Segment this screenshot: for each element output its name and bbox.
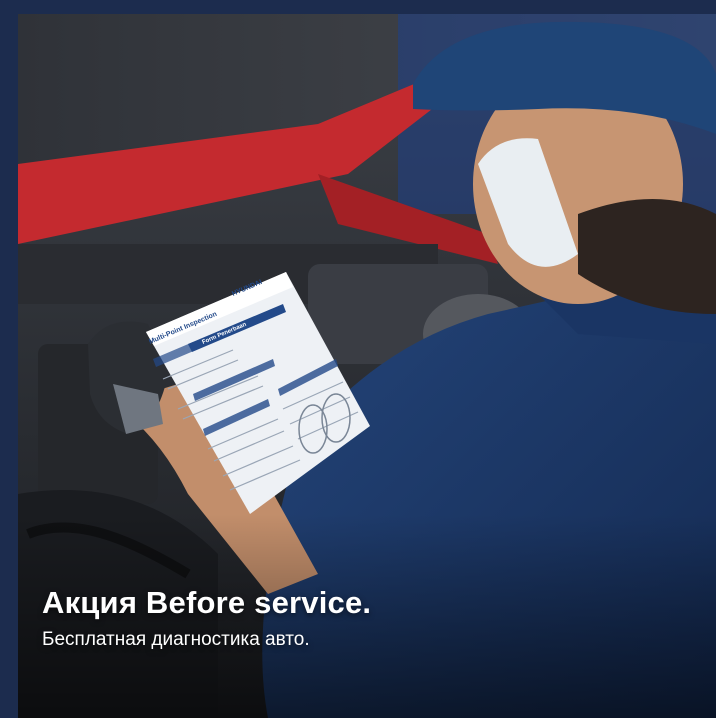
promo-caption: Акция Before service. Бесплатная диагнос… — [42, 584, 682, 653]
promo-frame: HYUNDAI Multi-Point Inspection Form Pene… — [0, 0, 716, 718]
promo-headline: Акция Before service. — [42, 585, 372, 620]
promo-subline: Бесплатная диагностика авто. — [42, 629, 310, 650]
